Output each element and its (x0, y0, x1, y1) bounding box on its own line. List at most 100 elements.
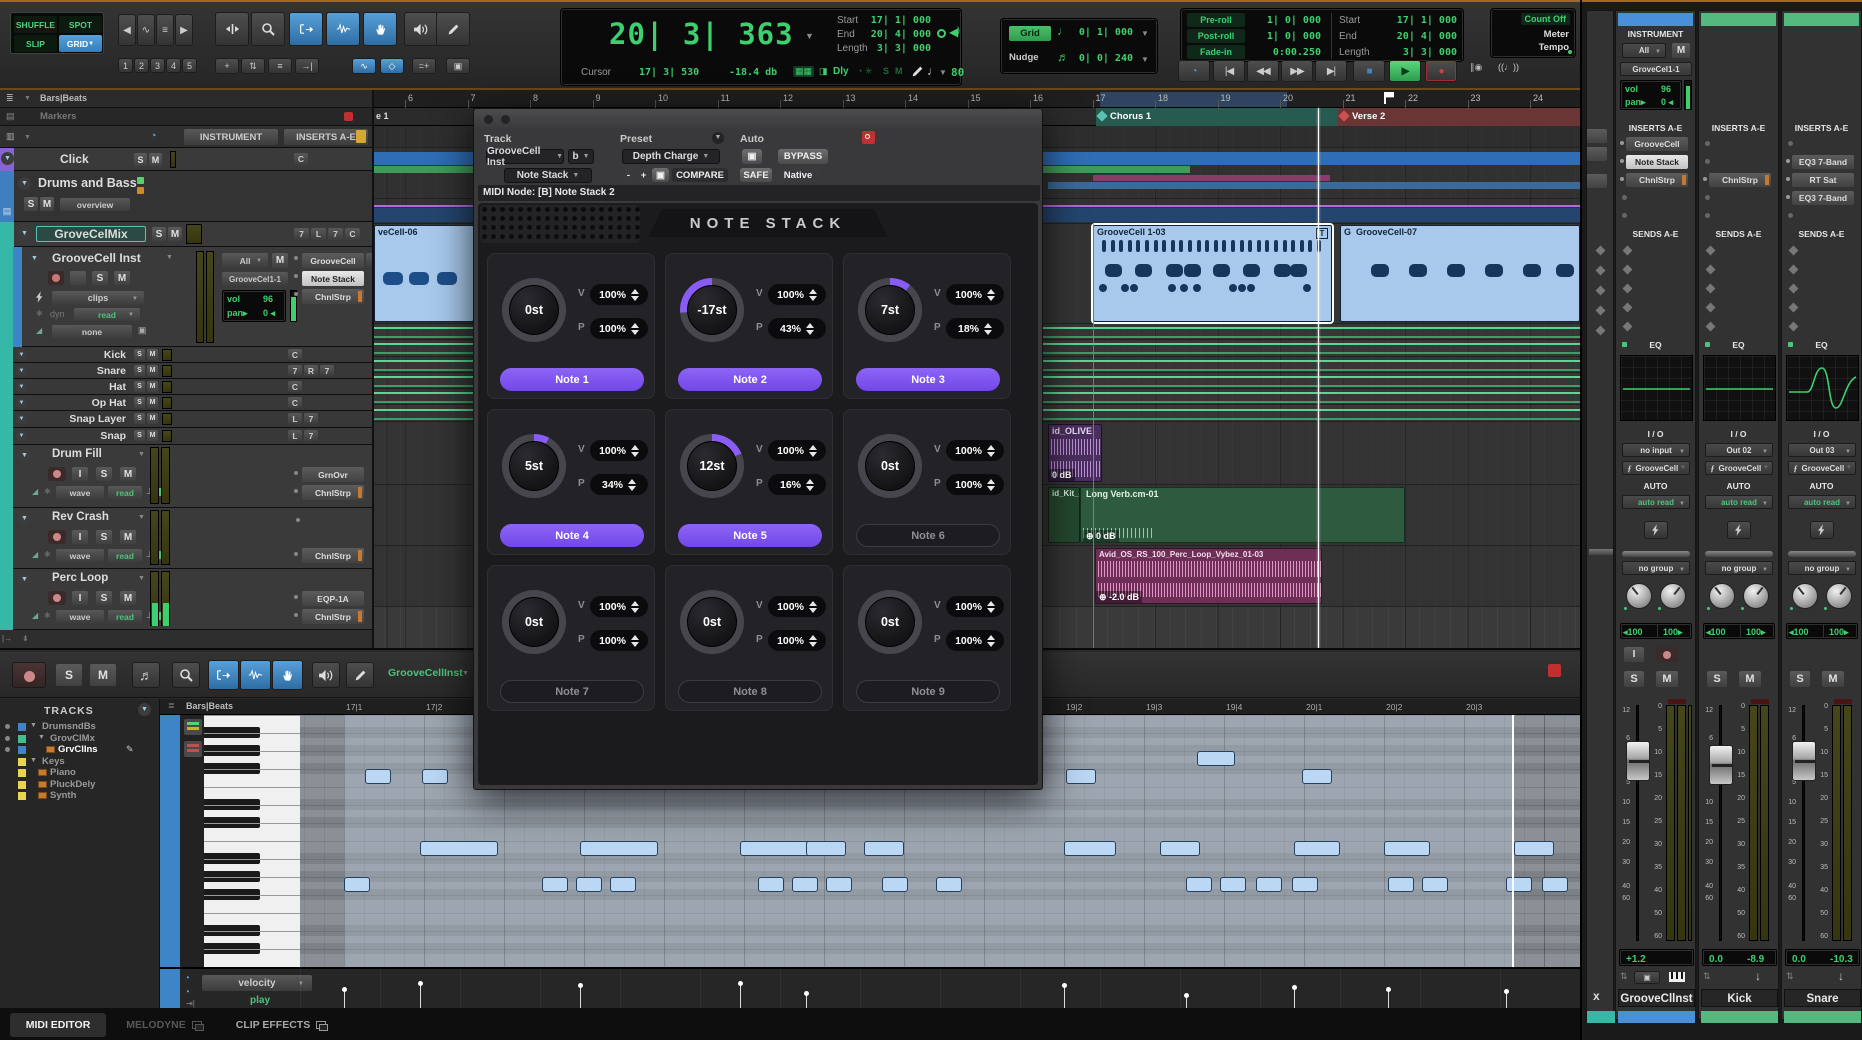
elastic-audio-button[interactable] (1644, 521, 1668, 539)
wav-button[interactable] (326, 12, 360, 46)
nudge-dropdown-icon[interactable]: ▼ (1141, 55, 1149, 64)
mute-button[interactable]: M (114, 271, 130, 285)
group-selector[interactable]: no group▼ (1705, 561, 1773, 575)
fader-track[interactable] (1719, 705, 1722, 941)
shield-button[interactable]: ◇ (380, 58, 404, 74)
strip-track-name[interactable]: Snare (1784, 989, 1861, 1007)
input-monitor-button[interactable]: I (72, 467, 88, 481)
mute-button[interactable]: M (1656, 671, 1678, 687)
track-collapse-icon[interactable]: ▼ (18, 512, 31, 525)
solo-indicator[interactable]: S (883, 66, 889, 76)
vel-prev-icon[interactable]: ◔ (184, 973, 196, 985)
output-arrow-icon[interactable]: ↓ (1838, 969, 1844, 983)
nudge-label[interactable]: Nudge (1009, 52, 1039, 63)
mute-button[interactable]: M (147, 365, 158, 376)
midi-note[interactable] (864, 841, 904, 856)
output-arrow-icon[interactable]: ↓ (1755, 969, 1761, 983)
instrument-output-selector[interactable]: GroveCel1-1 (1620, 62, 1692, 76)
counter-dropdown-icon[interactable]: ▼ (805, 31, 814, 41)
velocity-stem[interactable] (1388, 989, 1389, 1009)
mute-button[interactable]: M (120, 591, 136, 605)
probability-spinner[interactable]: 16% (768, 474, 826, 495)
input-selector[interactable]: Out 02▼ (1705, 443, 1773, 457)
zoom-midi-icon[interactable]: ≡ (156, 14, 174, 46)
me-scrub-tool[interactable] (272, 660, 303, 690)
sel-button[interactable] (289, 12, 323, 46)
grid-value[interactable]: 0| 1| 000 (1067, 27, 1133, 38)
zoom-preset-4[interactable]: 4 (166, 58, 181, 73)
solo-button[interactable]: S (1624, 671, 1644, 687)
librarian-button[interactable]: ▣ (1634, 971, 1660, 984)
record-enable-button[interactable] (48, 271, 64, 285)
elastic-icon[interactable] (36, 291, 44, 303)
track-row-perc-loop[interactable]: ▼Perc Loop▼ISM◢✱waveread⊥EQP-1AChnlStrp (0, 569, 374, 630)
send-diamond-icon[interactable] (1706, 246, 1716, 256)
note-toggle-3[interactable]: Note 3 (856, 368, 1000, 391)
mode-spot[interactable]: SPOT (59, 16, 102, 33)
track-name[interactable]: Synth (50, 790, 76, 801)
solo-button[interactable]: S (134, 381, 145, 392)
insert-power-dot[interactable] (294, 471, 298, 475)
fadein-value[interactable]: 0:00.250 (1251, 47, 1321, 58)
keyboard-icon[interactable] (1668, 971, 1686, 983)
solo-button[interactable]: S (96, 467, 112, 481)
warp-icon[interactable]: ◢ (32, 550, 42, 560)
track-collapse-icon[interactable]: ▼ (18, 449, 31, 462)
pan-chip[interactable]: 7 (294, 228, 309, 240)
track-collapse-icon[interactable]: ▼ (1, 152, 14, 165)
midi-note[interactable] (1197, 751, 1235, 766)
markers-icon[interactable]: ▤ (6, 111, 18, 122)
sel2-end-value[interactable]: 20| 4| 000 (1383, 31, 1457, 42)
visibility-dot[interactable] (5, 724, 10, 729)
output-selector[interactable]: ƒGrooveCell ÷ (1705, 461, 1773, 475)
solo-button[interactable]: S (96, 530, 112, 544)
pan-chip[interactable]: 7 (320, 365, 334, 376)
mode-grid[interactable]: GRID ▼ (59, 35, 102, 52)
auto-curve-button[interactable]: ∿ (352, 58, 376, 74)
metronome-button[interactable]: ((♩)) (1498, 62, 1532, 78)
velocity-spinner[interactable]: 100% (768, 440, 826, 461)
solo-button[interactable]: S (96, 591, 112, 605)
track-name[interactable]: Drums and Bass (38, 176, 137, 190)
midi-note[interactable] (576, 877, 602, 892)
midi-note[interactable] (420, 841, 498, 856)
group-bar[interactable] (1705, 551, 1773, 557)
mirror-midi-button[interactable]: ≡ (268, 58, 292, 74)
probability-spinner[interactable]: 34% (590, 474, 648, 495)
velocity-spinner[interactable]: 100% (590, 440, 648, 461)
insert-empty-dot[interactable] (1705, 195, 1710, 200)
track-name[interactable]: GrvClIns (58, 744, 98, 755)
preset-menu-icon[interactable]: ▼ (712, 132, 724, 144)
solo-button[interactable]: S (1790, 671, 1810, 687)
cycle-icon[interactable]: ◔ (1178, 60, 1210, 82)
midi-note[interactable] (365, 769, 391, 784)
send-diamond-icon[interactable] (1623, 303, 1633, 313)
velocity-roll[interactable] (300, 969, 1580, 1011)
freeze-icon[interactable]: ✱ (36, 309, 46, 319)
solo-button[interactable]: S (1707, 671, 1727, 687)
send-diamond-icon[interactable] (1706, 322, 1716, 332)
pan-knob-l[interactable] (1709, 583, 1735, 609)
mute-button[interactable]: M (147, 413, 158, 424)
freeze-icon[interactable]: ✱ (44, 550, 52, 560)
sel-end-value[interactable]: 20| 4| 000 (861, 29, 931, 40)
pan-knob-r[interactable] (1826, 583, 1852, 609)
me-notation-button[interactable]: ♬ (132, 662, 160, 688)
send-diamond-icon[interactable] (1789, 322, 1799, 332)
native-button[interactable]: Native (776, 168, 820, 182)
velocity-dot[interactable] (1504, 989, 1509, 994)
sel-start-value[interactable]: 17| 1| 000 (861, 15, 931, 26)
goto-end-button[interactable]: ▶| (1315, 60, 1347, 82)
play-button[interactable]: ▶ (1389, 60, 1421, 82)
track-name[interactable]: Snap (36, 430, 126, 442)
output-chip[interactable]: C (294, 153, 308, 165)
insert-empty-dot[interactable] (1705, 213, 1710, 218)
track-collapse-icon[interactable]: ▼ (16, 365, 27, 376)
sel-length-value[interactable]: 3| 3| 000 (861, 43, 931, 54)
insert-add-strip[interactable] (366, 253, 373, 267)
window-config-button[interactable]: ▣ (446, 58, 470, 74)
send-diamond-icon[interactable] (1789, 284, 1799, 294)
ruler-dropdown-icon[interactable]: ▼ (24, 95, 32, 103)
velocity-lane[interactable]: ◔◔velocity▼play⇥| (160, 967, 1580, 1009)
pitch-knob[interactable]: 5st (502, 434, 566, 498)
